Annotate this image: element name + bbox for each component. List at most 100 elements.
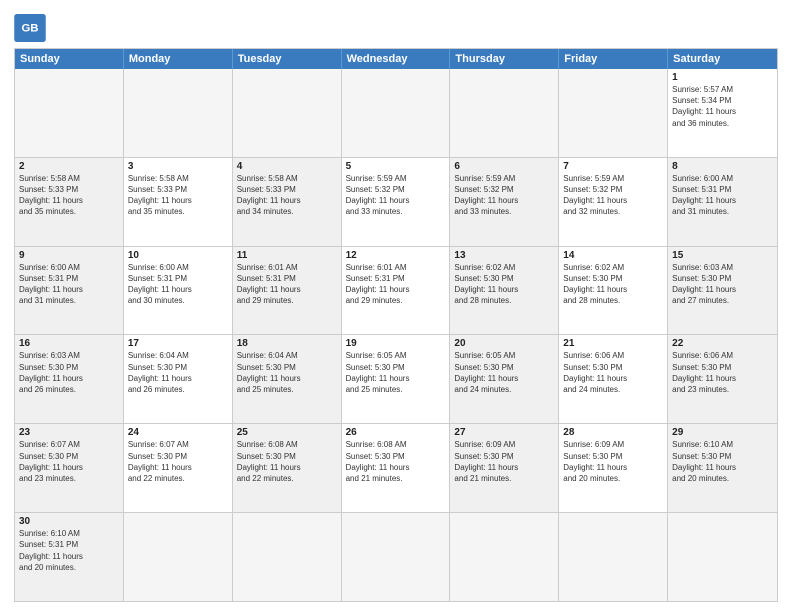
cell-info: Sunrise: 6:02 AM Sunset: 5:30 PM Dayligh…: [563, 262, 663, 307]
calendar-cell-2-3: 12Sunrise: 6:01 AM Sunset: 5:31 PM Dayli…: [342, 247, 451, 335]
calendar-cell-1-3: 5Sunrise: 5:59 AM Sunset: 5:32 PM Daylig…: [342, 158, 451, 246]
calendar-cell-0-3: [342, 69, 451, 157]
calendar-row-5: 30Sunrise: 6:10 AM Sunset: 5:31 PM Dayli…: [15, 513, 777, 601]
calendar-cell-3-1: 17Sunrise: 6:04 AM Sunset: 5:30 PM Dayli…: [124, 335, 233, 423]
calendar-row-4: 23Sunrise: 6:07 AM Sunset: 5:30 PM Dayli…: [15, 424, 777, 513]
cell-info: Sunrise: 6:06 AM Sunset: 5:30 PM Dayligh…: [563, 350, 663, 395]
calendar-cell-2-1: 10Sunrise: 6:00 AM Sunset: 5:31 PM Dayli…: [124, 247, 233, 335]
page: GB SundayMondayTuesdayWednesdayThursdayF…: [0, 0, 792, 612]
cell-info: Sunrise: 6:00 AM Sunset: 5:31 PM Dayligh…: [19, 262, 119, 307]
day-number: 13: [454, 250, 554, 261]
calendar-cell-5-0: 30Sunrise: 6:10 AM Sunset: 5:31 PM Dayli…: [15, 513, 124, 601]
calendar-cell-4-1: 24Sunrise: 6:07 AM Sunset: 5:30 PM Dayli…: [124, 424, 233, 512]
day-number: 17: [128, 338, 228, 349]
cell-info: Sunrise: 6:10 AM Sunset: 5:30 PM Dayligh…: [672, 439, 773, 484]
cell-info: Sunrise: 6:01 AM Sunset: 5:31 PM Dayligh…: [237, 262, 337, 307]
day-number: 2: [19, 161, 119, 172]
header-day-monday: Monday: [124, 49, 233, 69]
calendar-cell-1-6: 8Sunrise: 6:00 AM Sunset: 5:31 PM Daylig…: [668, 158, 777, 246]
day-number: 10: [128, 250, 228, 261]
cell-info: Sunrise: 6:00 AM Sunset: 5:31 PM Dayligh…: [128, 262, 228, 307]
day-number: 26: [346, 427, 446, 438]
calendar-cell-3-3: 19Sunrise: 6:05 AM Sunset: 5:30 PM Dayli…: [342, 335, 451, 423]
cell-info: Sunrise: 5:58 AM Sunset: 5:33 PM Dayligh…: [237, 173, 337, 218]
calendar-row-2: 9Sunrise: 6:00 AM Sunset: 5:31 PM Daylig…: [15, 247, 777, 336]
calendar-cell-0-2: [233, 69, 342, 157]
header-day-wednesday: Wednesday: [342, 49, 451, 69]
calendar-cell-0-5: [559, 69, 668, 157]
day-number: 20: [454, 338, 554, 349]
calendar-cell-3-4: 20Sunrise: 6:05 AM Sunset: 5:30 PM Dayli…: [450, 335, 559, 423]
calendar-row-1: 2Sunrise: 5:58 AM Sunset: 5:33 PM Daylig…: [15, 158, 777, 247]
calendar-cell-4-0: 23Sunrise: 6:07 AM Sunset: 5:30 PM Dayli…: [15, 424, 124, 512]
day-number: 16: [19, 338, 119, 349]
header: GB: [14, 10, 778, 42]
cell-info: Sunrise: 6:05 AM Sunset: 5:30 PM Dayligh…: [454, 350, 554, 395]
day-number: 29: [672, 427, 773, 438]
day-number: 27: [454, 427, 554, 438]
svg-text:GB: GB: [21, 23, 38, 35]
calendar-cell-5-5: [559, 513, 668, 601]
cell-info: Sunrise: 6:08 AM Sunset: 5:30 PM Dayligh…: [237, 439, 337, 484]
calendar-cell-4-3: 26Sunrise: 6:08 AM Sunset: 5:30 PM Dayli…: [342, 424, 451, 512]
calendar-cell-3-2: 18Sunrise: 6:04 AM Sunset: 5:30 PM Dayli…: [233, 335, 342, 423]
calendar-body: 1Sunrise: 5:57 AM Sunset: 5:34 PM Daylig…: [15, 69, 777, 601]
cell-info: Sunrise: 5:58 AM Sunset: 5:33 PM Dayligh…: [128, 173, 228, 218]
calendar-cell-3-0: 16Sunrise: 6:03 AM Sunset: 5:30 PM Dayli…: [15, 335, 124, 423]
calendar-header: SundayMondayTuesdayWednesdayThursdayFrid…: [15, 49, 777, 69]
day-number: 11: [237, 250, 337, 261]
cell-info: Sunrise: 6:02 AM Sunset: 5:30 PM Dayligh…: [454, 262, 554, 307]
cell-info: Sunrise: 6:01 AM Sunset: 5:31 PM Dayligh…: [346, 262, 446, 307]
calendar-row-0: 1Sunrise: 5:57 AM Sunset: 5:34 PM Daylig…: [15, 69, 777, 158]
cell-info: Sunrise: 6:06 AM Sunset: 5:30 PM Dayligh…: [672, 350, 773, 395]
calendar-cell-4-2: 25Sunrise: 6:08 AM Sunset: 5:30 PM Dayli…: [233, 424, 342, 512]
cell-info: Sunrise: 6:05 AM Sunset: 5:30 PM Dayligh…: [346, 350, 446, 395]
day-number: 9: [19, 250, 119, 261]
cell-info: Sunrise: 5:58 AM Sunset: 5:33 PM Dayligh…: [19, 173, 119, 218]
day-number: 25: [237, 427, 337, 438]
header-day-saturday: Saturday: [668, 49, 777, 69]
header-day-thursday: Thursday: [450, 49, 559, 69]
day-number: 12: [346, 250, 446, 261]
calendar-cell-1-0: 2Sunrise: 5:58 AM Sunset: 5:33 PM Daylig…: [15, 158, 124, 246]
calendar-cell-1-2: 4Sunrise: 5:58 AM Sunset: 5:33 PM Daylig…: [233, 158, 342, 246]
cell-info: Sunrise: 6:04 AM Sunset: 5:30 PM Dayligh…: [237, 350, 337, 395]
calendar-cell-5-4: [450, 513, 559, 601]
day-number: 4: [237, 161, 337, 172]
day-number: 30: [19, 516, 119, 527]
day-number: 6: [454, 161, 554, 172]
day-number: 18: [237, 338, 337, 349]
day-number: 5: [346, 161, 446, 172]
cell-info: Sunrise: 6:08 AM Sunset: 5:30 PM Dayligh…: [346, 439, 446, 484]
day-number: 8: [672, 161, 773, 172]
calendar-cell-2-4: 13Sunrise: 6:02 AM Sunset: 5:30 PM Dayli…: [450, 247, 559, 335]
day-number: 3: [128, 161, 228, 172]
logo: GB: [14, 14, 50, 42]
day-number: 15: [672, 250, 773, 261]
header-day-sunday: Sunday: [15, 49, 124, 69]
calendar-cell-2-2: 11Sunrise: 6:01 AM Sunset: 5:31 PM Dayli…: [233, 247, 342, 335]
calendar-cell-2-5: 14Sunrise: 6:02 AM Sunset: 5:30 PM Dayli…: [559, 247, 668, 335]
calendar-cell-4-5: 28Sunrise: 6:09 AM Sunset: 5:30 PM Dayli…: [559, 424, 668, 512]
calendar-cell-4-4: 27Sunrise: 6:09 AM Sunset: 5:30 PM Dayli…: [450, 424, 559, 512]
cell-info: Sunrise: 6:09 AM Sunset: 5:30 PM Dayligh…: [454, 439, 554, 484]
day-number: 7: [563, 161, 663, 172]
calendar-cell-4-6: 29Sunrise: 6:10 AM Sunset: 5:30 PM Dayli…: [668, 424, 777, 512]
cell-info: Sunrise: 6:00 AM Sunset: 5:31 PM Dayligh…: [672, 173, 773, 218]
day-number: 19: [346, 338, 446, 349]
calendar-cell-3-6: 22Sunrise: 6:06 AM Sunset: 5:30 PM Dayli…: [668, 335, 777, 423]
day-number: 28: [563, 427, 663, 438]
calendar-cell-5-1: [124, 513, 233, 601]
header-day-friday: Friday: [559, 49, 668, 69]
logo-icon: GB: [14, 14, 46, 42]
calendar-cell-0-6: 1Sunrise: 5:57 AM Sunset: 5:34 PM Daylig…: [668, 69, 777, 157]
day-number: 1: [672, 72, 773, 83]
calendar-cell-2-6: 15Sunrise: 6:03 AM Sunset: 5:30 PM Dayli…: [668, 247, 777, 335]
cell-info: Sunrise: 5:57 AM Sunset: 5:34 PM Dayligh…: [672, 84, 773, 129]
day-number: 23: [19, 427, 119, 438]
day-number: 22: [672, 338, 773, 349]
cell-info: Sunrise: 6:09 AM Sunset: 5:30 PM Dayligh…: [563, 439, 663, 484]
calendar-cell-5-2: [233, 513, 342, 601]
calendar-cell-0-1: [124, 69, 233, 157]
calendar-cell-5-6: [668, 513, 777, 601]
